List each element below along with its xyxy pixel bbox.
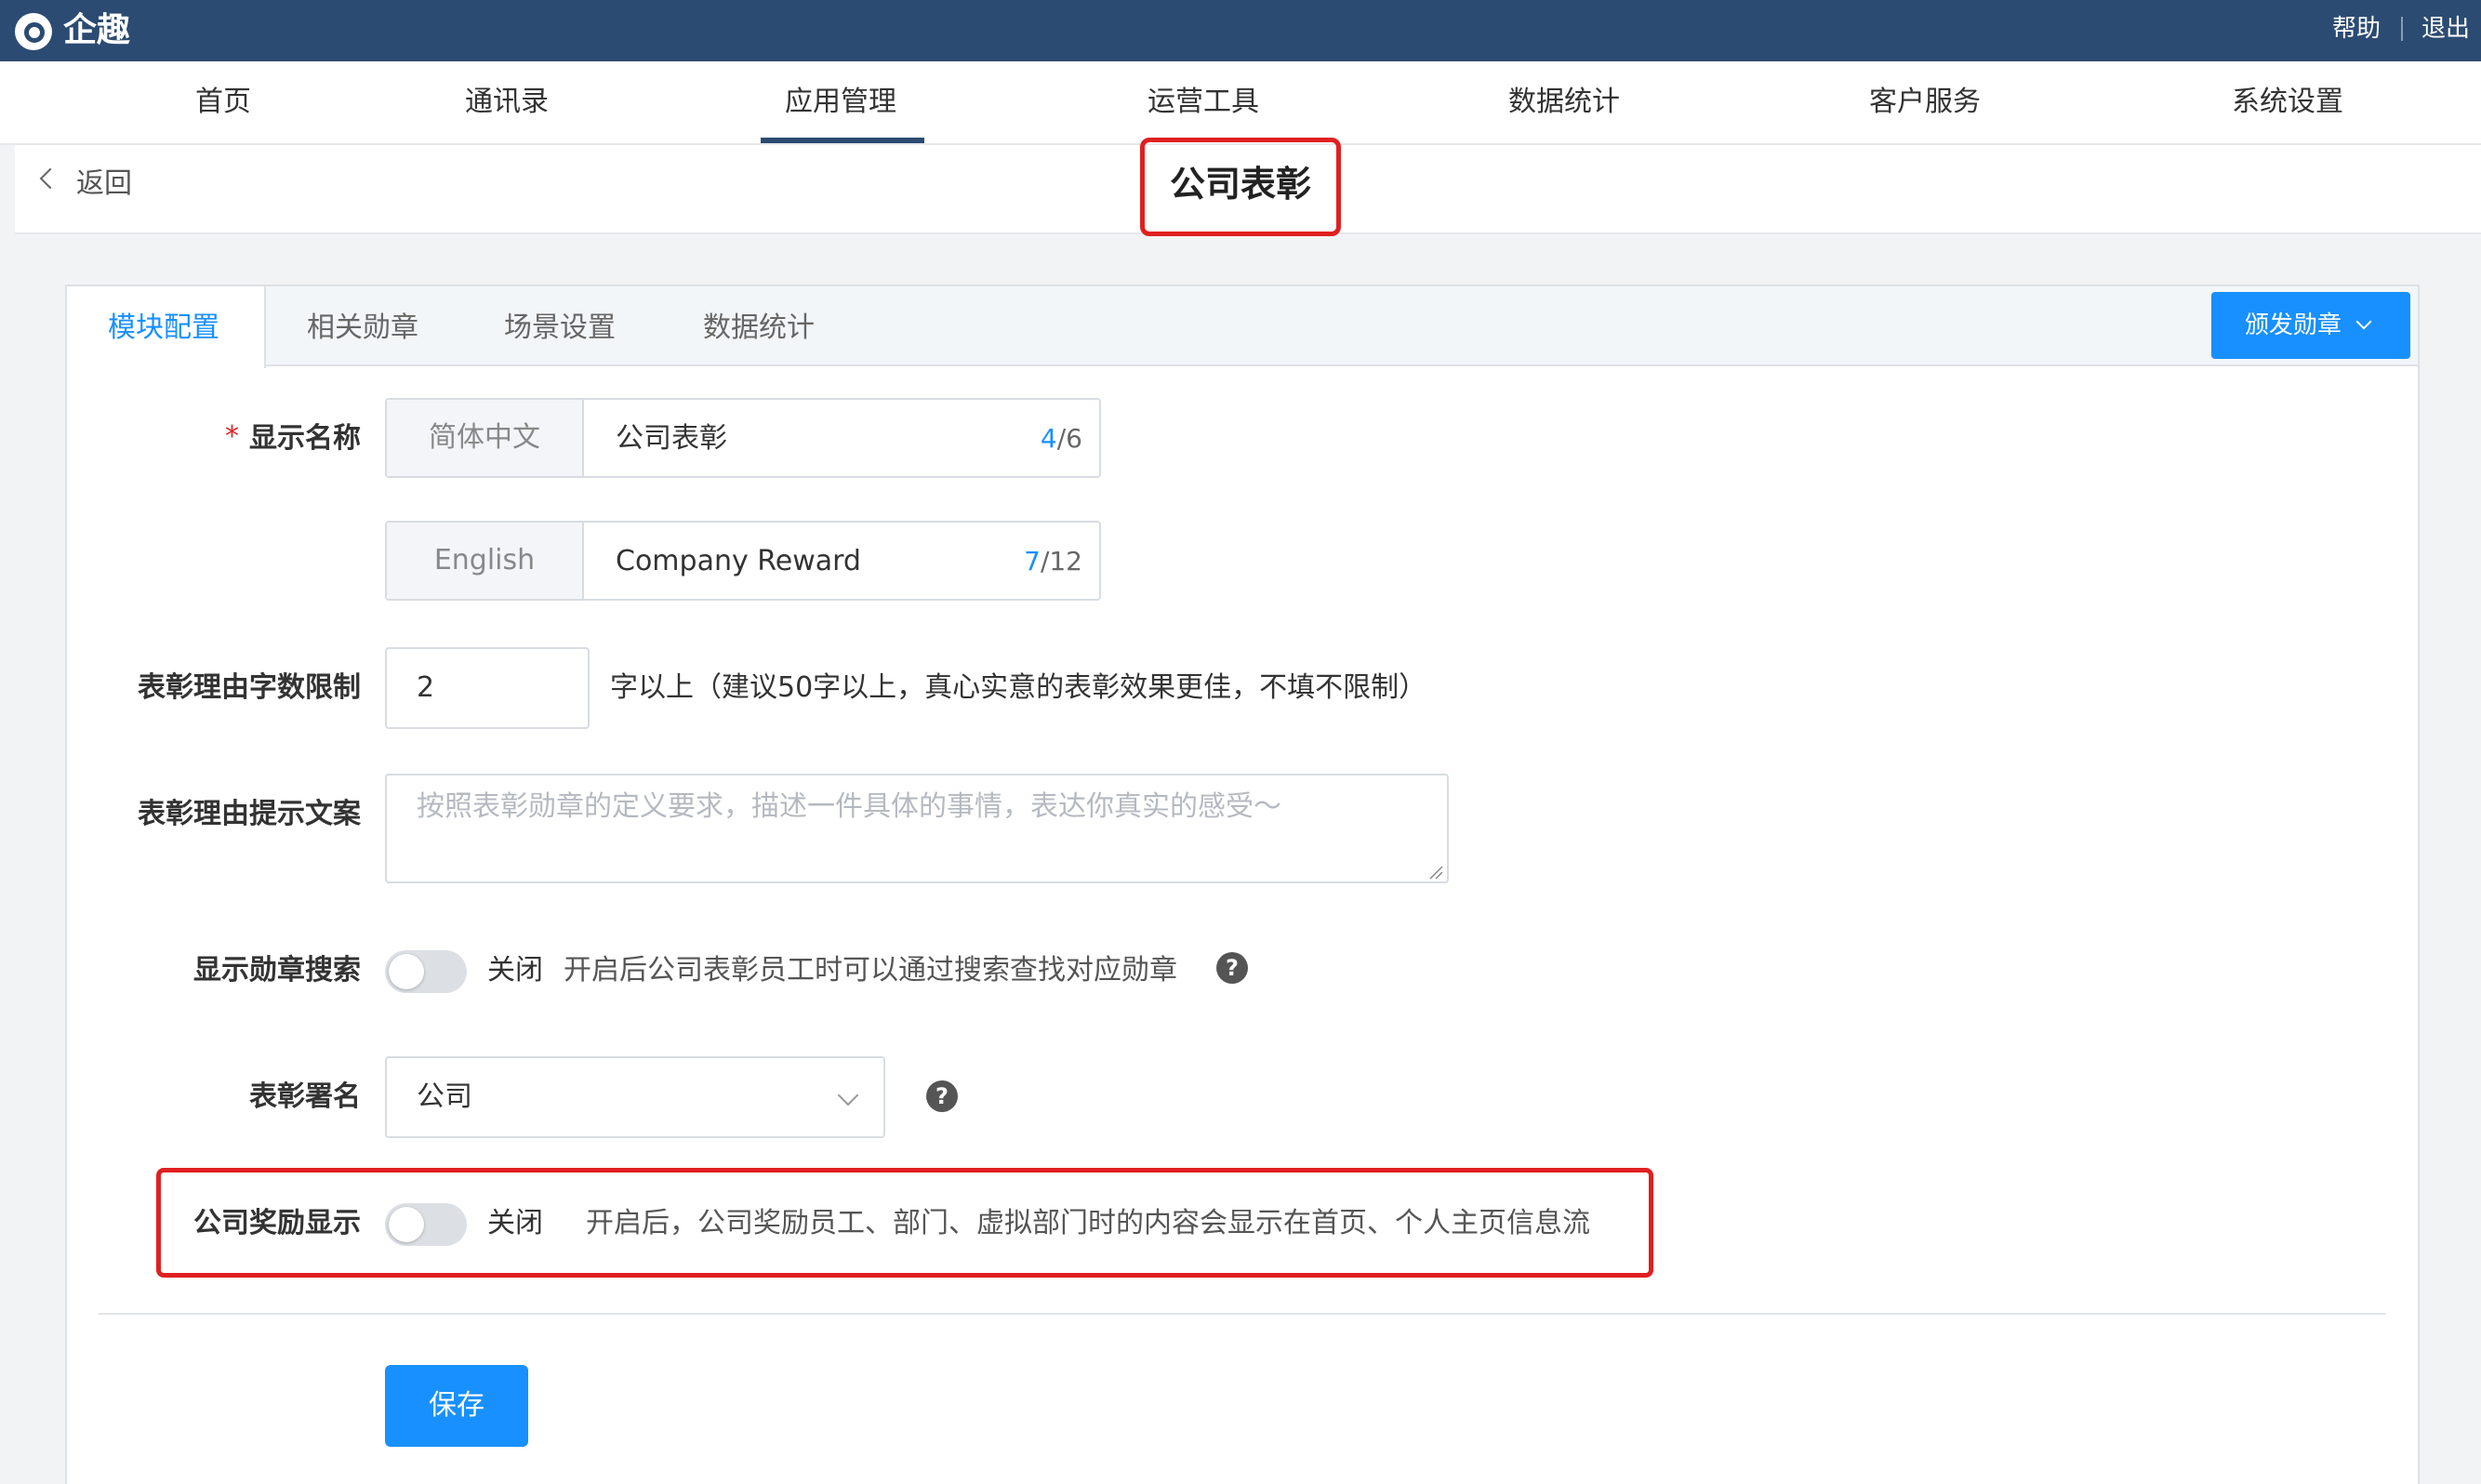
lang-prefix-zh: 简体中文	[387, 400, 584, 476]
char-count-en: 7	[1024, 546, 1041, 576]
reason-prompt-placeholder: 按照表彰勋章的定义要求，描述一件具体的事情，表达你真实的感受～	[417, 790, 1281, 823]
issue-badge-button[interactable]: 颁发勋章	[2211, 292, 2410, 359]
tab-data-statistics[interactable]: 数据统计	[703, 303, 815, 353]
display-name-label: 显示名称	[249, 422, 361, 455]
badge-search-description: 开启后公司表彰员工时可以通过搜索查找对应勋章	[564, 954, 1177, 987]
question-circle-icon[interactable]: ?	[926, 1080, 958, 1112]
title-highlight-box	[1140, 138, 1341, 236]
reason-limit-input[interactable]	[385, 647, 590, 729]
save-button[interactable]: 保存	[385, 1365, 528, 1447]
badge-search-state: 关闭	[487, 954, 543, 987]
char-max-zh: /6	[1056, 423, 1082, 454]
app-name: 企趣	[63, 11, 131, 49]
signature-label: 表彰署名	[249, 1080, 361, 1113]
char-counter-zh: 4/6	[986, 417, 1082, 461]
reason-limit-value: 2	[417, 671, 435, 704]
display-name-en-input[interactable]: Company Reward	[616, 539, 861, 584]
badge-search-label: 显示勋章搜索	[193, 954, 361, 987]
nav-contacts[interactable]: 通讯录	[465, 80, 549, 125]
reason-limit-hint: 字以上（建议50字以上，真心实意的表彰效果更佳，不填不限制）	[610, 671, 1427, 704]
back-link[interactable]: 返回	[76, 162, 132, 206]
tab-bar	[67, 286, 2418, 366]
toggle-knob	[389, 954, 424, 989]
signature-value: 公司	[417, 1080, 472, 1113]
reward-highlight-box	[156, 1168, 1653, 1278]
reason-limit-label: 表彰理由字数限制	[138, 671, 361, 704]
nav-active-indicator	[761, 138, 924, 143]
badge-search-toggle[interactable]	[385, 950, 467, 993]
nav-home[interactable]: 首页	[195, 80, 251, 125]
form-divider	[99, 1313, 2386, 1315]
char-counter-en: 7/12	[986, 539, 1082, 584]
nav-customer-service[interactable]: 客户服务	[1869, 80, 1981, 125]
logout-link[interactable]: 退出	[2421, 13, 2470, 45]
top-divider	[2401, 17, 2403, 41]
tab-related-badges[interactable]: 相关勋章	[307, 303, 418, 353]
lang-prefix-en: English	[387, 523, 584, 599]
nav-data-statistics[interactable]: 数据统计	[1508, 80, 1620, 125]
char-max-en: /12	[1040, 546, 1082, 576]
top-bar	[0, 0, 2481, 61]
tab-scene-settings[interactable]: 场景设置	[504, 303, 616, 353]
qiqu-logo-icon	[15, 13, 52, 50]
display-name-zh-input[interactable]: 公司表彰	[616, 417, 727, 461]
tab-module-config[interactable]: 模块配置	[108, 303, 219, 353]
nav-operation-tools[interactable]: 运营工具	[1148, 80, 1259, 125]
resize-grip-icon[interactable]	[1428, 865, 1443, 880]
char-count-zh: 4	[1040, 423, 1057, 454]
reason-prompt-label: 表彰理由提示文案	[138, 798, 361, 830]
question-circle-icon[interactable]: ?	[1216, 952, 1248, 984]
nav-app-management[interactable]: 应用管理	[785, 80, 896, 125]
help-link[interactable]: 帮助	[2332, 13, 2381, 45]
nav-system-settings[interactable]: 系统设置	[2232, 80, 2343, 125]
